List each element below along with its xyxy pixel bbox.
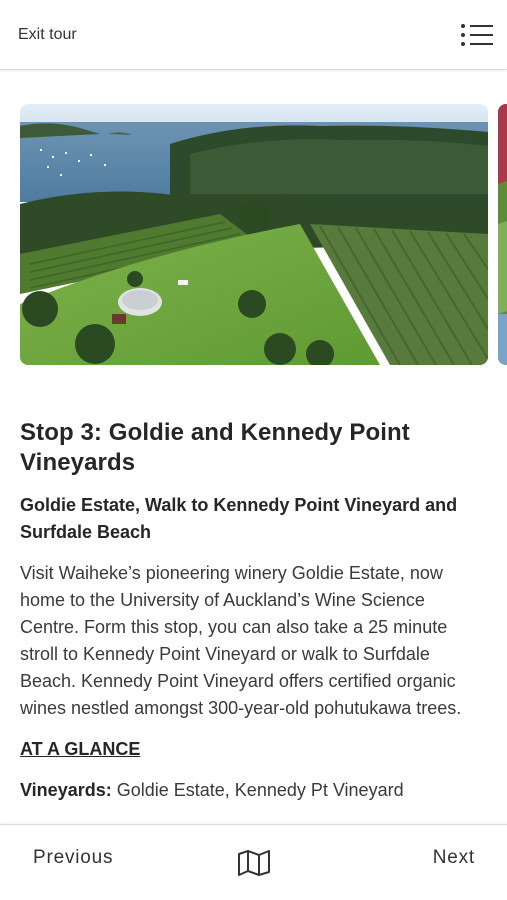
map-icon[interactable] bbox=[237, 849, 271, 877]
stop-title: Stop 3: Goldie and Kennedy Point Vineyar… bbox=[20, 419, 410, 476]
stop-subtitle: Goldie Estate, Walk to Kennedy Point Vin… bbox=[20, 495, 458, 542]
image-carousel[interactable] bbox=[0, 70, 507, 390]
carousel-next-image[interactable] bbox=[498, 104, 507, 365]
bottom-nav: Previous Next bbox=[0, 824, 507, 900]
next-slide-photo bbox=[498, 104, 507, 365]
aerial-vineyard-photo bbox=[20, 104, 488, 365]
previous-button[interactable]: Previous bbox=[33, 847, 113, 869]
at-a-glance-heading: AT A GLANCE bbox=[20, 739, 141, 759]
next-button[interactable]: Next bbox=[433, 847, 475, 869]
vineyards-value: Goldie Estate, Kennedy Pt Vineyard bbox=[116, 780, 404, 800]
vineyards-label: Vineyards: bbox=[20, 780, 112, 800]
carousel-main-image[interactable] bbox=[20, 104, 488, 365]
vineyards-line: Vineyards: Goldie Estate, Kennedy Pt Vin… bbox=[20, 777, 487, 804]
stop-description: Visit Waiheke’s pioneering winery Goldie… bbox=[20, 563, 462, 718]
stop-details: Stop 3: Goldie and Kennedy Point Vineyar… bbox=[20, 418, 487, 804]
list-menu-icon[interactable] bbox=[461, 22, 493, 48]
exit-tour-link[interactable]: Exit tour bbox=[18, 26, 77, 44]
top-bar: Exit tour bbox=[0, 0, 507, 70]
